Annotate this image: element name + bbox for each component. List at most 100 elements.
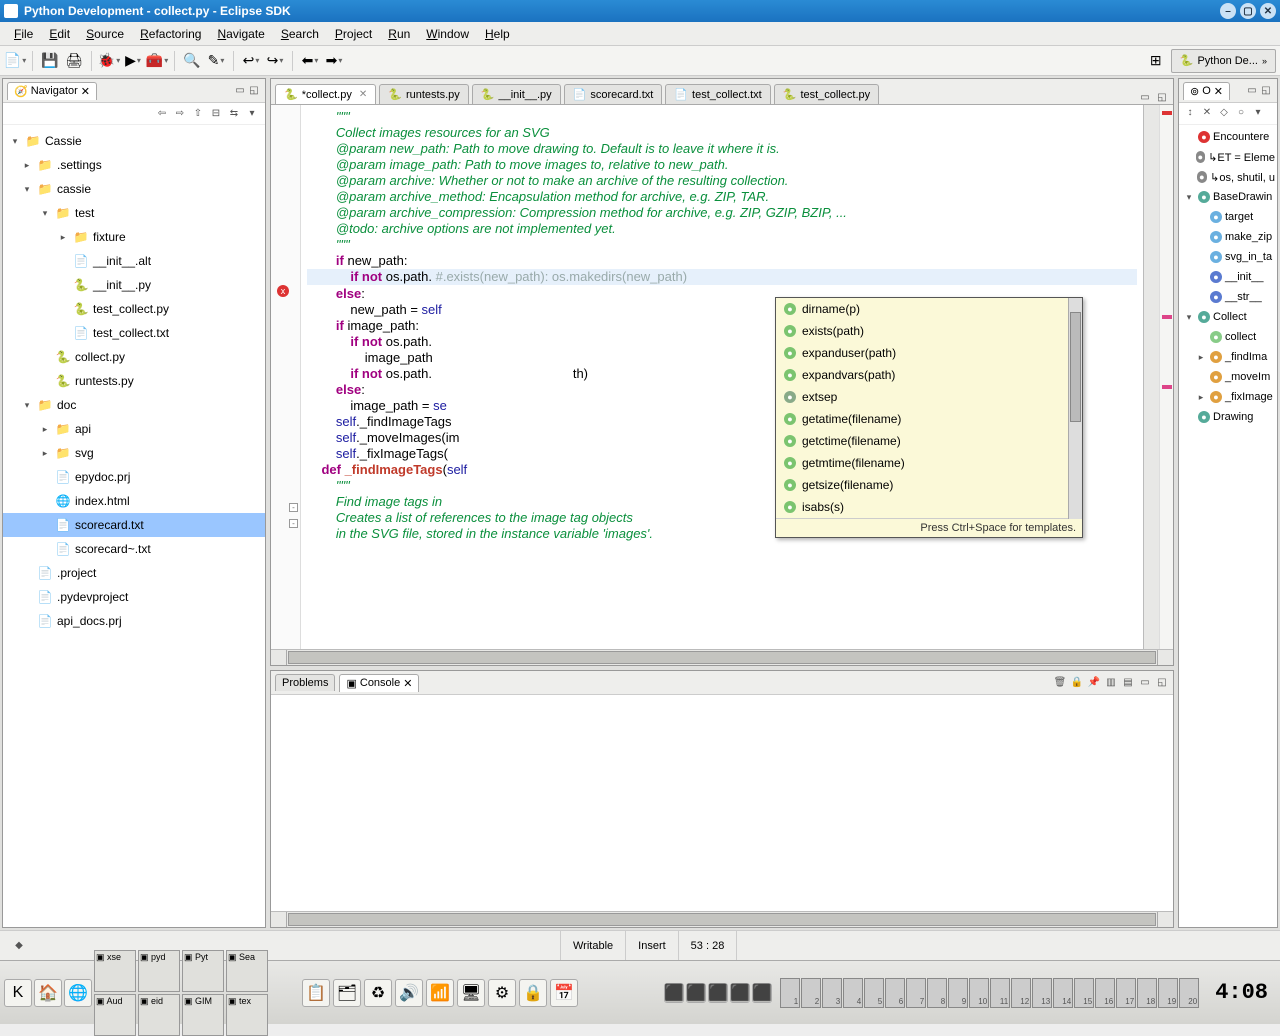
systray-icon[interactable]: ⬛ <box>730 983 750 1003</box>
tree-item[interactable]: 📄.project <box>3 561 265 585</box>
console-max-button[interactable]: ◱ <box>1155 676 1169 690</box>
console-min-button[interactable]: ▭ <box>1138 676 1152 690</box>
pager-desktop[interactable]: 5 <box>864 978 884 1008</box>
tray-app-icon[interactable]: ⚙ <box>488 979 516 1007</box>
collapse-all-icon[interactable]: ⊟ <box>209 107 223 121</box>
tree-item[interactable]: 📄api_docs.prj <box>3 609 265 633</box>
completion-item[interactable]: ●getctime(filename) <box>776 430 1082 452</box>
tree-item[interactable]: 🌐index.html <box>3 489 265 513</box>
tray-app-icon[interactable]: 🔊 <box>395 979 423 1007</box>
editor-tab[interactable]: 🐍__init__.py <box>472 84 561 104</box>
autocomplete-popup[interactable]: ●dirname(p)●exists(path)●expanduser(path… <box>775 297 1083 538</box>
maximize-view-button[interactable]: ◱ <box>247 84 261 98</box>
browser-button[interactable]: 🌐 <box>64 979 92 1007</box>
close-icon[interactable]: ✕ <box>1214 85 1223 98</box>
outline-item[interactable]: ●Encountere <box>1181 127 1275 147</box>
debug-button[interactable]: 🐞 <box>98 50 120 72</box>
pager-desktop[interactable]: 17 <box>1116 978 1136 1008</box>
outline-item[interactable]: ●__init__ <box>1181 267 1275 287</box>
outline-tab[interactable]: ⊚ O ✕ <box>1183 82 1230 100</box>
tree-item[interactable]: ▾📁cassie <box>3 177 265 201</box>
outline-item[interactable]: ●Drawing <box>1181 407 1275 427</box>
pager-desktop[interactable]: 1 <box>780 978 800 1008</box>
outline-item[interactable]: ●_moveIm <box>1181 367 1275 387</box>
pager-desktop[interactable]: 2 <box>801 978 821 1008</box>
tree-item[interactable]: ▸📁fixture <box>3 225 265 249</box>
pager-desktop[interactable]: 10 <box>969 978 989 1008</box>
hide-nonpublic-icon[interactable]: ○ <box>1234 105 1248 119</box>
tree-item[interactable]: 📄.pydevproject <box>3 585 265 609</box>
tray-app-icon[interactable]: 📅 <box>550 979 578 1007</box>
pager-desktop[interactable]: 14 <box>1053 978 1073 1008</box>
editor-tab[interactable]: 📄test_collect.txt <box>665 84 770 104</box>
open-console-icon[interactable]: ▤ <box>1121 676 1135 690</box>
completion-item[interactable]: ●getmtime(filename) <box>776 452 1082 474</box>
outline-tree[interactable]: ●Encountere●↳ET = Eleme●↳os, shutil, u▾●… <box>1179 125 1277 927</box>
pager-desktop[interactable]: 9 <box>948 978 968 1008</box>
ext-tools-button[interactable]: 🧰 <box>146 50 168 72</box>
pager-desktop[interactable]: 3 <box>822 978 842 1008</box>
editor-tab[interactable]: 🐍runtests.py <box>379 84 469 104</box>
save-button[interactable]: 💾 <box>39 50 61 72</box>
menu-file[interactable]: File <box>6 24 41 44</box>
nav-next-button[interactable]: ↪ <box>264 50 286 72</box>
outline-item[interactable]: ▸●_fixImage <box>1181 387 1275 407</box>
tree-item[interactable]: ▸📁api <box>3 417 265 441</box>
pager-desktop[interactable]: 4 <box>843 978 863 1008</box>
taskbar-task[interactable]: ▣ Pyt <box>182 950 224 992</box>
tree-item[interactable]: 📄scorecard~.txt <box>3 537 265 561</box>
tray-app-icon[interactable]: ♻ <box>364 979 392 1007</box>
navigator-tree[interactable]: ▾📁Cassie▸📁.settings▾📁cassie▾📁test▸📁fixtu… <box>3 125 265 927</box>
fold-marker[interactable]: - <box>289 519 298 528</box>
hide-fields-icon[interactable]: ✕ <box>1200 105 1214 119</box>
pager-desktop[interactable]: 18 <box>1137 978 1157 1008</box>
maximize-button[interactable]: ▢ <box>1240 3 1256 19</box>
outline-max-button[interactable]: ◱ <box>1259 84 1273 98</box>
pager-desktop[interactable]: 8 <box>927 978 947 1008</box>
tree-item[interactable]: 🐍test_collect.py <box>3 297 265 321</box>
back-button[interactable]: ⬅ <box>299 50 321 72</box>
fold-marker[interactable]: - <box>289 503 298 512</box>
editor-vscrollbar[interactable] <box>1143 105 1159 649</box>
tray-app-icon[interactable]: 📋 <box>302 979 330 1007</box>
completion-item[interactable]: ●expandvars(path) <box>776 364 1082 386</box>
editor-maximize-button[interactable]: ◱ <box>1155 90 1169 104</box>
tree-item[interactable]: ▸📁.settings <box>3 153 265 177</box>
completion-item[interactable]: ●isabs(s) <box>776 496 1082 518</box>
minimize-view-button[interactable]: ▭ <box>233 84 247 98</box>
link-editor-icon[interactable]: ⇆ <box>227 107 241 121</box>
editor-gutter[interactable]: x - - <box>271 105 301 649</box>
taskbar-task[interactable]: ▣ pyd <box>138 950 180 992</box>
menu-project[interactable]: Project <box>327 24 380 44</box>
pin-console-icon[interactable]: 📌 <box>1087 676 1101 690</box>
pager-desktop[interactable]: 15 <box>1074 978 1094 1008</box>
nav-back-icon[interactable]: ⇦ <box>155 107 169 121</box>
outline-menu-icon[interactable]: ▾ <box>1251 105 1265 119</box>
clear-console-icon[interactable]: 🗑 <box>1053 676 1067 690</box>
menu-navigate[interactable]: Navigate <box>209 24 272 44</box>
taskbar-task[interactable]: ▣ eid <box>138 994 180 1036</box>
tree-item[interactable]: 🐍collect.py <box>3 345 265 369</box>
completion-item[interactable]: ●dirname(p) <box>776 298 1082 320</box>
kmenu-button[interactable]: K <box>4 979 32 1007</box>
problems-tab[interactable]: Problems <box>275 674 335 691</box>
systray-icon[interactable]: ⬛ <box>686 983 706 1003</box>
systray-icon[interactable]: ⬛ <box>708 983 728 1003</box>
nav-fwd-icon[interactable]: ⇨ <box>173 107 187 121</box>
forward-button[interactable]: ➡ <box>323 50 345 72</box>
pager-desktop[interactable]: 7 <box>906 978 926 1008</box>
menu-search[interactable]: Search <box>273 24 327 44</box>
outline-item[interactable]: ●__str__ <box>1181 287 1275 307</box>
editor-minimize-button[interactable]: ▭ <box>1138 90 1152 104</box>
menu-help[interactable]: Help <box>477 24 518 44</box>
tree-item[interactable]: ▾📁test <box>3 201 265 225</box>
outline-item[interactable]: ▾●BaseDrawin <box>1181 187 1275 207</box>
completion-item[interactable]: ●getsize(filename) <box>776 474 1082 496</box>
menu-source[interactable]: Source <box>78 24 132 44</box>
editor-tab[interactable]: 🐍*collect.py✕ <box>275 84 376 104</box>
menu-window[interactable]: Window <box>418 24 477 44</box>
pager-desktop[interactable]: 12 <box>1011 978 1031 1008</box>
console-body[interactable] <box>271 695 1173 911</box>
search-button[interactable]: 🔍 <box>181 50 203 72</box>
pager-desktop[interactable]: 11 <box>990 978 1010 1008</box>
